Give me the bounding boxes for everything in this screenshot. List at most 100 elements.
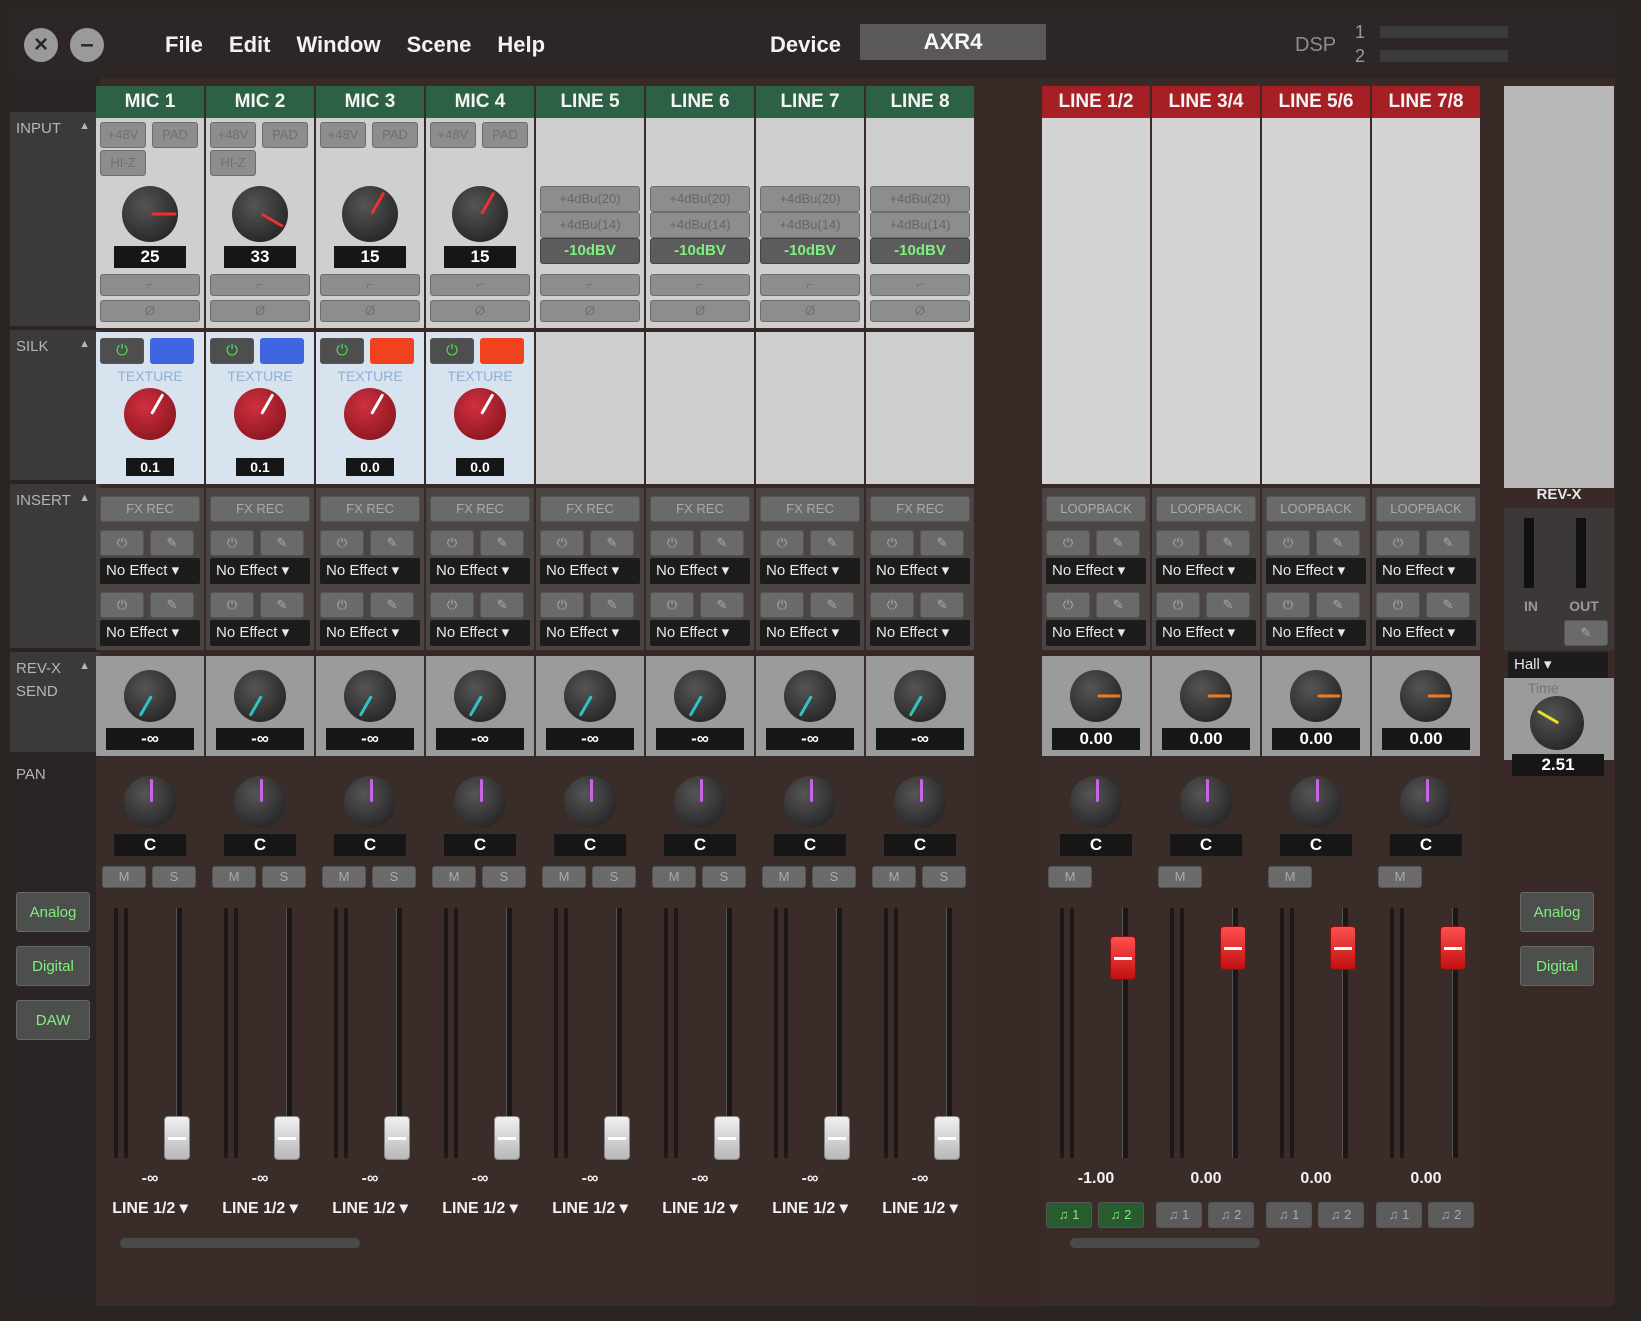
effect-select[interactable]: No Effect ▾ [540,620,640,646]
fader-handle[interactable] [604,1116,630,1160]
effect-power-icon[interactable]: ⏻ [650,530,694,556]
effect-edit-icon[interactable]: ✎ [480,530,524,556]
menu-edit[interactable]: Edit [229,32,271,58]
phase-button[interactable]: Ø [870,300,970,322]
menu-help[interactable]: Help [497,32,545,58]
texture-knob[interactable] [234,388,286,440]
pan-knob[interactable] [234,776,286,828]
effect-select[interactable]: No Effect ▾ [1376,620,1476,646]
effect-power-icon[interactable]: ⏻ [320,592,364,618]
effect-edit-icon[interactable]: ✎ [370,592,414,618]
line-level-button[interactable]: +4dBu(20) [760,186,860,212]
effect-edit-icon[interactable]: ✎ [260,530,304,556]
hiz-button[interactable]: HI-Z [100,150,146,176]
hpf-button[interactable]: ⌐ [650,274,750,296]
fader-handle[interactable] [1330,926,1356,970]
output-2-button[interactable]: ♫ 2 [1428,1202,1474,1228]
mute-button[interactable]: M [542,866,586,888]
output-select[interactable]: LINE 1/2 ▾ [430,1198,530,1218]
line-level-10dbv-button[interactable]: -10dBV [870,238,970,264]
pan-knob[interactable] [674,776,726,828]
hpf-button[interactable]: ⌐ [430,274,530,296]
mute-button[interactable]: M [212,866,256,888]
mute-button[interactable]: M [1158,866,1202,888]
pad-button[interactable]: PAD [262,122,308,148]
effect-power-icon[interactable]: ⏻ [650,592,694,618]
phase-button[interactable]: Ø [320,300,420,322]
output-select[interactable]: LINE 1/2 ▾ [540,1198,640,1218]
effect-edit-icon[interactable]: ✎ [920,592,964,618]
output-1-button[interactable]: ♫ 1 [1266,1202,1312,1228]
effect-select[interactable]: No Effect ▾ [210,558,310,584]
mute-button[interactable]: M [1378,866,1422,888]
fader-handle[interactable] [824,1116,850,1160]
line-level-10dbv-button[interactable]: -10dBV [760,238,860,264]
revx-analog-button[interactable]: Analog [1520,892,1594,932]
effect-power-icon[interactable]: ⏻ [760,530,804,556]
output-select[interactable]: LINE 1/2 ▾ [760,1198,860,1218]
insert-rec-button[interactable]: FX REC [210,496,310,522]
line-level-button[interactable]: +4dBu(14) [540,212,640,238]
effect-select[interactable]: No Effect ▾ [760,558,860,584]
menu-file[interactable]: File [165,32,203,58]
insert-rec-button[interactable]: LOOPBACK [1046,496,1146,522]
effect-power-icon[interactable]: ⏻ [430,592,474,618]
fader-handle[interactable] [934,1116,960,1160]
effect-power-icon[interactable]: ⏻ [100,530,144,556]
line-level-button[interactable]: +4dBu(20) [650,186,750,212]
revx-send-knob[interactable] [564,670,616,722]
output-select[interactable]: LINE 1/2 ▾ [320,1198,420,1218]
revx-send-knob[interactable] [1400,670,1452,722]
close-icon[interactable]: × [24,28,58,62]
digital-button[interactable]: Digital [16,946,90,986]
effect-power-icon[interactable]: ⏻ [1266,530,1310,556]
silk-color-button[interactable] [150,338,194,364]
effect-power-icon[interactable]: ⏻ [210,530,254,556]
revx-type-select[interactable]: Hall ▾ [1508,652,1608,678]
insert-rec-button[interactable]: FX REC [760,496,860,522]
revx-send-knob[interactable] [1070,670,1122,722]
minimize-icon[interactable]: – [70,28,104,62]
silk-color-button[interactable] [260,338,304,364]
texture-knob[interactable] [454,388,506,440]
line-level-10dbv-button[interactable]: -10dBV [650,238,750,264]
pan-knob[interactable] [564,776,616,828]
effect-edit-icon[interactable]: ✎ [480,592,524,618]
effect-select[interactable]: No Effect ▾ [870,558,970,584]
pan-knob[interactable] [784,776,836,828]
mute-button[interactable]: M [1048,866,1092,888]
phantom-48v-button[interactable]: +48V [430,122,476,148]
effect-power-icon[interactable]: ⏻ [870,592,914,618]
mute-button[interactable]: M [652,866,696,888]
solo-button[interactable]: S [592,866,636,888]
fader-handle[interactable] [1440,926,1466,970]
gain-knob[interactable] [232,186,288,242]
mute-button[interactable]: M [102,866,146,888]
line-level-button[interactable]: +4dBu(14) [650,212,750,238]
output-1-button[interactable]: ♫ 1 [1376,1202,1422,1228]
effect-power-icon[interactable]: ⏻ [540,592,584,618]
daw-button[interactable]: DAW [16,1000,90,1040]
revx-send-knob[interactable] [894,670,946,722]
revx-send-knob[interactable] [1180,670,1232,722]
effect-edit-icon[interactable]: ✎ [1206,530,1250,556]
insert-rec-button[interactable]: FX REC [870,496,970,522]
phase-button[interactable]: Ø [760,300,860,322]
effect-edit-icon[interactable]: ✎ [1426,530,1470,556]
silk-power-icon[interactable]: ⏻ [210,338,254,364]
output-select[interactable]: LINE 1/2 ▾ [100,1198,200,1218]
menu-window[interactable]: Window [296,32,380,58]
effect-power-icon[interactable]: ⏻ [430,530,474,556]
menu-scene[interactable]: Scene [407,32,472,58]
effect-select[interactable]: No Effect ▾ [430,558,530,584]
effect-power-icon[interactable]: ⏻ [320,530,364,556]
output-2-button[interactable]: ♫ 2 [1208,1202,1254,1228]
pad-button[interactable]: PAD [152,122,198,148]
pan-knob[interactable] [1070,776,1122,828]
effect-select[interactable]: No Effect ▾ [430,620,530,646]
pan-knob[interactable] [344,776,396,828]
effect-select[interactable]: No Effect ▾ [210,620,310,646]
effect-edit-icon[interactable]: ✎ [590,530,634,556]
effect-edit-icon[interactable]: ✎ [1096,592,1140,618]
silk-color-button[interactable] [480,338,524,364]
